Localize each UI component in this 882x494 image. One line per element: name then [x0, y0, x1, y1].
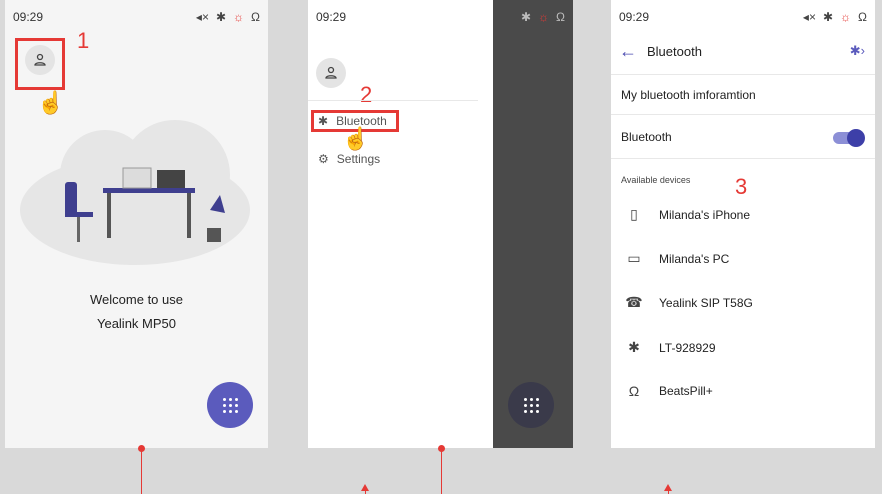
step-number: 2: [360, 82, 373, 107]
bluetooth-icon: ✱: [215, 10, 227, 24]
bluetooth-info-row[interactable]: My bluetooth imforamtion: [611, 88, 875, 102]
headset-icon: Ω: [251, 10, 260, 24]
device-item[interactable]: ▭ Milanda's PC: [625, 250, 729, 267]
step-number: 1: [77, 28, 90, 53]
dialpad-icon: [523, 397, 539, 413]
gear-icon: ⚙: [318, 152, 329, 166]
device-name: BeatsPill+: [659, 384, 713, 398]
busylight-icon: ☼: [538, 10, 550, 24]
device-item[interactable]: Ω BeatsPill+: [625, 383, 713, 399]
laptop-icon: ▭: [627, 250, 641, 266]
pointer-hand-icon: ☝: [37, 90, 65, 115]
status-time: 09:29: [619, 10, 650, 24]
page-header: ← Bluetooth ✱›: [619, 40, 865, 62]
status-time: 09:29: [13, 10, 44, 24]
device-item[interactable]: ✱ LT-928929: [625, 339, 716, 356]
headset-icon: Ω: [858, 10, 867, 24]
dialpad-button: [508, 382, 554, 428]
busylight-icon: ☼: [233, 10, 245, 24]
device-name: Milanda's iPhone: [659, 207, 751, 222]
pointer-hand-icon: ☝: [342, 126, 370, 151]
flow-line: [141, 448, 142, 494]
status-bar: 09:29 ◂× ✱ ☼ Ω: [13, 10, 260, 28]
headphones-icon: Ω: [628, 383, 640, 399]
bluetooth-screen: 09:29 ◂× ✱ ☼ Ω ← Bluetooth ✱› My bluetoo…: [611, 0, 875, 448]
highlight-box: [15, 38, 65, 90]
side-menu-screen: 09:29 2 ✱ Bluetooth ☝ ⚙ Settings ✱ ☼ Ω: [308, 0, 573, 448]
dialpad-icon: [222, 397, 238, 413]
mute-icon: ◂×: [802, 10, 816, 24]
dimmed-background[interactable]: ✱ ☼ Ω: [493, 0, 573, 448]
bluetooth-settings-icon: ✱: [628, 339, 640, 355]
phone-icon: ▯: [630, 206, 638, 222]
bluetooth-icon: ✱: [520, 10, 532, 24]
device-item[interactable]: ☎ Yealink SIP T58G: [625, 294, 753, 311]
device-name: Milanda's PC: [659, 251, 730, 266]
device-item[interactable]: ▯ Milanda's iPhone: [625, 206, 750, 223]
avatar-button[interactable]: [316, 58, 346, 88]
welcome-text: Welcome to use: [90, 292, 183, 307]
device-name: LT-928929: [659, 340, 716, 355]
bluetooth-toggle[interactable]: [833, 129, 865, 147]
home-screen: 09:29 ◂× ✱ ☼ Ω 1 ☝ Welcome to use Yealin…: [5, 0, 268, 448]
back-arrow-icon[interactable]: ←: [619, 41, 637, 62]
dialpad-button[interactable]: [207, 382, 253, 428]
desk-phone-icon: ☎: [625, 294, 643, 310]
device-name: Yealink MP50: [96, 316, 176, 331]
bluetooth-icon: ✱: [822, 10, 834, 24]
flow-line: [441, 448, 442, 494]
device-name: Yealink SIP T58G: [659, 295, 753, 310]
step-number: 3: [735, 174, 748, 199]
menu-item-settings[interactable]: ⚙ Settings: [318, 152, 380, 166]
mute-icon: ◂×: [195, 10, 209, 24]
desk-illustration: [65, 167, 225, 242]
status-time: 09:29: [316, 10, 347, 24]
user-icon: [325, 66, 337, 79]
headset-icon: Ω: [556, 10, 565, 24]
status-bar: 09:29 ◂× ✱ ☼ Ω: [619, 10, 867, 28]
menu-item-label: Settings: [336, 152, 381, 166]
busylight-icon: ☼: [840, 10, 852, 24]
bluetooth-scan-icon[interactable]: ✱›: [850, 43, 865, 59]
page-title: Bluetooth: [647, 43, 702, 59]
